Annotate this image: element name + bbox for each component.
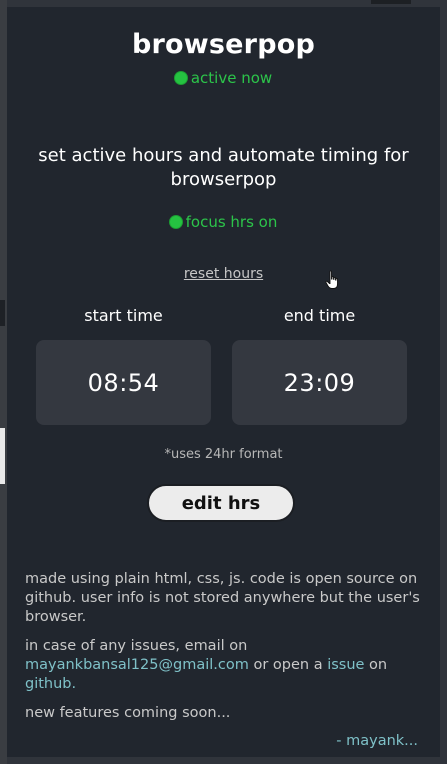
email-link[interactable]: mayankbansal125@gmail.com — [25, 657, 249, 673]
active-status-label: active now — [190, 69, 273, 87]
github-link[interactable]: github. — [25, 676, 76, 692]
issues-prefix: in case of any issues, email on — [25, 638, 248, 654]
author-signature-link[interactable]: - mayank... — [336, 733, 418, 749]
browser-backdrop: browserpop active now set active hours a… — [0, 0, 447, 764]
issue-link[interactable]: issue — [327, 657, 364, 673]
start-time-label: start time — [84, 306, 163, 325]
app-title: browserpop — [131, 29, 316, 60]
background-page-fragment — [0, 300, 5, 326]
focus-status: focus hrs on — [7, 213, 440, 231]
reset-hours-row: reset hours — [7, 266, 440, 282]
reset-hours-link[interactable]: reset hours — [184, 266, 263, 282]
end-time-display: 23:09 — [232, 340, 407, 425]
hand-pointer-cursor-icon — [325, 270, 338, 289]
issues-text: in case of any issues, email on mayankba… — [25, 637, 425, 694]
about-text: made using plain html, css, js. code is … — [25, 571, 420, 625]
start-time-display: 08:54 — [36, 340, 211, 425]
edit-hours-button[interactable]: edit hrs — [147, 484, 295, 522]
end-time-label: end time — [283, 306, 356, 325]
extension-popup: browserpop active now set active hours a… — [7, 7, 440, 757]
focus-status-label: focus hrs on — [185, 213, 278, 231]
time-format-note: *uses 24hr format — [164, 447, 283, 462]
green-dot-icon — [169, 216, 182, 228]
issues-on: on — [364, 657, 388, 673]
browser-toolbar-fragment — [371, 0, 411, 4]
green-dot-icon — [174, 72, 187, 84]
issues-middle: or open a — [248, 657, 328, 673]
description-text: set active hours and automate timing for… — [38, 145, 409, 190]
background-page-strip — [0, 0, 7, 764]
coming-soon-text: new features coming soon... — [25, 705, 231, 721]
active-status: active now — [7, 69, 440, 87]
background-page-fragment — [0, 428, 5, 484]
